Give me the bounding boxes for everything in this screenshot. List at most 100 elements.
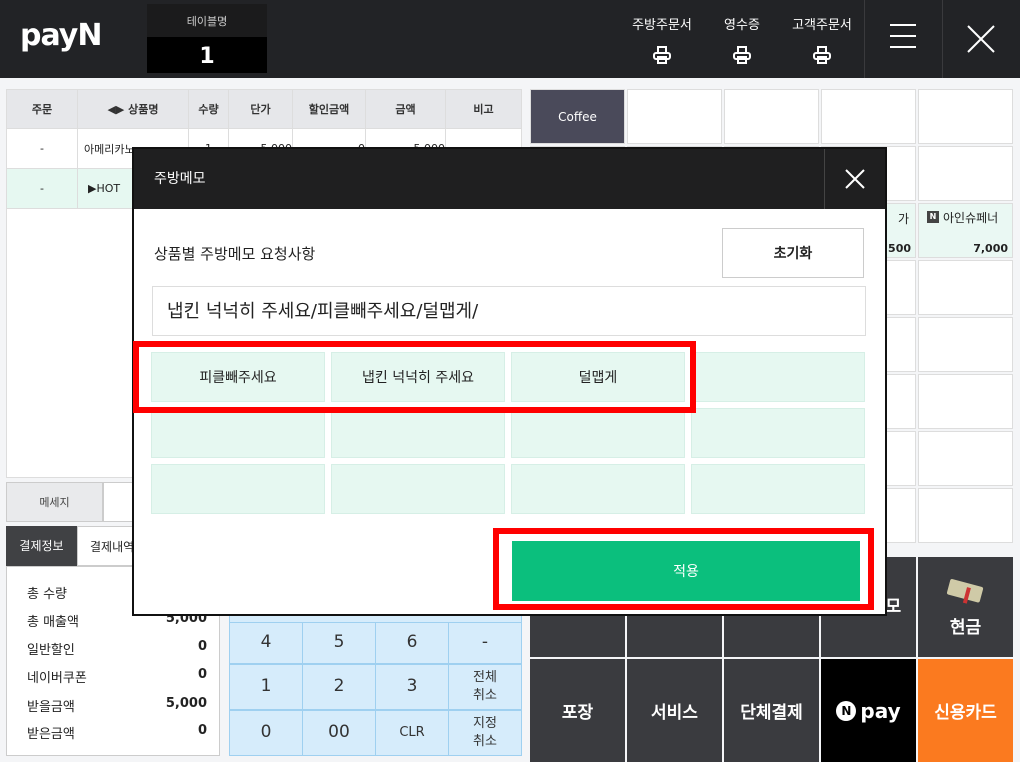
keypad-key[interactable]: 지정 취소: [448, 710, 522, 756]
menu-cell[interactable]: [918, 488, 1013, 543]
item-name: 아인슈페너: [943, 211, 999, 225]
menu-cell[interactable]: [918, 431, 1013, 486]
memo-preset-button[interactable]: [691, 408, 865, 458]
keypad-key[interactable]: 전체 취소: [448, 664, 522, 710]
item-price: 7,000: [973, 242, 1008, 255]
service-button[interactable]: 서비스: [627, 659, 722, 762]
info-row: 네이버쿠폰 0: [27, 667, 207, 686]
label: 현금: [949, 617, 982, 638]
payn-logo: payN: [20, 18, 102, 53]
close-icon: [845, 169, 865, 189]
menu-cell[interactable]: [627, 89, 722, 144]
kitchen-order-print-button[interactable]: 주방주문서: [622, 14, 702, 65]
highlight-box: [493, 528, 874, 610]
highlight-box: [133, 341, 696, 413]
memo-preset-button[interactable]: [511, 408, 685, 458]
label: 주방주문서: [632, 18, 692, 33]
printer-icon: [733, 46, 751, 64]
item-price: ,500: [883, 242, 911, 255]
keypad-key[interactable]: 3: [375, 664, 449, 710]
cell: -: [6, 128, 78, 169]
takeout-button[interactable]: 포장: [530, 659, 625, 762]
keypad-key[interactable]: 1: [229, 664, 303, 710]
label: 받을금액: [27, 700, 75, 715]
info-row: 받은금액 0: [27, 723, 207, 742]
keypad-key[interactable]: 00: [302, 710, 376, 756]
keypad-key[interactable]: 4: [229, 622, 303, 664]
memo-preset-button[interactable]: [691, 464, 865, 514]
npay-button[interactable]: Npay: [821, 659, 916, 762]
memo-preset-button[interactable]: [331, 408, 505, 458]
col-amount: 금액: [365, 89, 446, 129]
keypad-key[interactable]: -: [448, 622, 522, 664]
keypad-key[interactable]: 5: [302, 622, 376, 664]
group-payment-button[interactable]: 단체결제: [724, 659, 819, 762]
cash-icon: [946, 578, 983, 604]
info-row: 받을금액 5,000: [27, 696, 207, 715]
keypad-key[interactable]: 6: [375, 622, 449, 664]
col-qty: 수량: [188, 89, 229, 129]
memo-preset-button[interactable]: [511, 464, 685, 514]
memo-input[interactable]: 냅킨 넉넉히 주세요/피클빼주세요/덜맵게/: [152, 286, 866, 336]
table-indicator[interactable]: 테이블명 1: [147, 4, 267, 73]
memo-preset-button[interactable]: [331, 464, 505, 514]
label: pay: [860, 698, 901, 723]
memo-preset-button[interactable]: [691, 352, 865, 402]
dialog-title: 주방메모: [154, 171, 206, 187]
col-order: 주문: [6, 89, 78, 129]
naver-badge-icon: N: [927, 211, 939, 223]
menu-cell[interactable]: [918, 317, 1013, 372]
keypad-key[interactable]: CLR: [375, 710, 449, 756]
top-bar: payN 테이블명 1 주방주문서 영수증 고객주문서: [0, 0, 1020, 78]
section-label: 상품별 주방메모 요청사항: [154, 245, 316, 263]
kitchen-memo-dialog: 주방메모 상품별 주방메모 요청사항 초기화 냅킨 넉넉히 주세요/피클빼주세요…: [132, 147, 887, 616]
info-row: 일반할인 0: [27, 639, 207, 658]
menu-cell[interactable]: [918, 89, 1013, 144]
tab-payment-info[interactable]: 결제정보: [6, 526, 77, 566]
naver-n-icon: N: [836, 700, 857, 721]
label: 영수증: [724, 18, 760, 33]
customer-order-print-button[interactable]: 고객주문서: [782, 14, 862, 65]
dialog-header: 주방메모: [134, 149, 885, 209]
menu-cell[interactable]: [821, 89, 916, 144]
memo-preset-button[interactable]: [151, 408, 325, 458]
value: 0: [197, 667, 207, 682]
menu-cell[interactable]: [918, 146, 1013, 201]
label: 네이버쿠폰: [27, 671, 87, 686]
dialog-close-button[interactable]: [824, 149, 885, 209]
printer-icon: [653, 46, 671, 64]
keypad-key[interactable]: 0: [229, 710, 303, 756]
message-button[interactable]: 메세지: [6, 482, 103, 522]
col-product[interactable]: ◀▶ 상품명: [77, 89, 189, 129]
close-icon[interactable]: [966, 24, 996, 54]
cell: -: [6, 168, 78, 209]
label: 받은금액: [27, 727, 75, 742]
label: 일반할인: [27, 643, 75, 658]
menu-cell[interactable]: [724, 89, 819, 144]
label: 고객주문서: [792, 18, 852, 33]
table-number: 1: [147, 37, 267, 73]
menu-icon[interactable]: [890, 24, 916, 57]
category-coffee[interactable]: Coffee: [530, 89, 625, 144]
label: 총 매출액: [27, 615, 79, 630]
cash-button[interactable]: 현금: [918, 557, 1013, 657]
receipt-print-button[interactable]: 영수증: [712, 14, 772, 65]
keypad-key[interactable]: 2: [302, 664, 376, 710]
table-header: 주문 ◀▶ 상품명 수량 단가 할인금액 금액 비고: [6, 89, 522, 129]
printer-icon: [813, 46, 831, 64]
memo-preset-button[interactable]: [151, 464, 325, 514]
divider: [942, 0, 943, 78]
menu-cell[interactable]: [918, 260, 1013, 315]
divider: [864, 0, 865, 78]
value: 0: [197, 723, 207, 738]
value: 5,000: [165, 696, 207, 711]
menu-cell[interactable]: [918, 374, 1013, 429]
item-name: 가: [897, 212, 909, 226]
table-label: 테이블명: [147, 4, 267, 37]
credit-card-button[interactable]: 신용카드: [918, 659, 1013, 762]
col-price: 단가: [228, 89, 293, 129]
label: 총 수량: [27, 587, 68, 602]
reset-button[interactable]: 초기화: [722, 228, 864, 278]
menu-item-einspanner[interactable]: N 아인슈페너 7,000: [918, 203, 1013, 258]
value: 0: [197, 639, 207, 654]
